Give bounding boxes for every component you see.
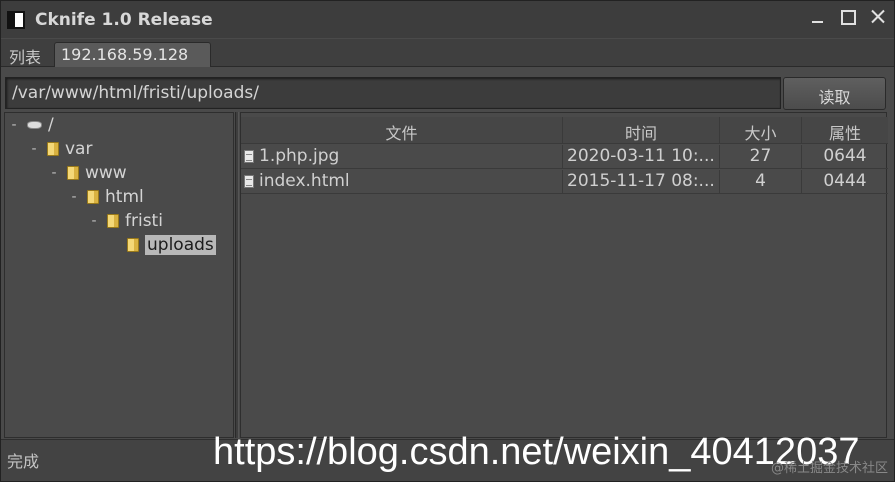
table-row[interactable]: index.html 2015-11-17 08:... 4 0444 (241, 170, 888, 194)
watermark-url: https://blog.csdn.net/weixin_40412037 (213, 431, 860, 473)
collapse-toggle[interactable]: - (47, 165, 61, 181)
window-title: Cknife 1.0 Release (35, 9, 213, 30)
collapse-toggle[interactable]: - (67, 189, 81, 205)
column-header-size[interactable]: 大小 (720, 117, 802, 144)
cell-name: 1.php.jpg (241, 145, 563, 169)
table-header: 文件 时间 大小 属性 (241, 117, 888, 144)
maximize-icon[interactable] (840, 9, 856, 25)
title-bar: Cknife 1.0 Release (1, 1, 894, 38)
folder-icon (87, 190, 99, 204)
table-row[interactable]: 1.php.jpg 2020-03-11 10:... 27 0644 (241, 145, 888, 169)
tree-node-var[interactable]: - var (27, 138, 92, 160)
status-text: 完成 (7, 452, 40, 471)
cell-attr: 0444 (802, 170, 888, 194)
folder-icon (127, 238, 139, 252)
cell-size: 4 (720, 170, 802, 194)
tree-node-label: var (65, 139, 93, 159)
tree-node-label: / (48, 115, 54, 135)
tree-node-label: fristi (125, 211, 163, 231)
column-header-attr[interactable]: 属性 (802, 117, 888, 144)
tree-node-html[interactable]: - html (67, 186, 144, 208)
folder-icon (47, 142, 59, 156)
tree-node-www[interactable]: - www (47, 162, 127, 184)
minimize-icon[interactable] (810, 9, 826, 25)
collapse-toggle[interactable]: - (87, 213, 101, 229)
file-table: 文件 时间 大小 属性 1.php.jpg 2020-03-11 10:... … (240, 112, 888, 438)
file-icon (244, 175, 254, 188)
column-header-name[interactable]: 文件 (241, 117, 563, 144)
column-header-time[interactable]: 时间 (563, 117, 720, 144)
window-controls (810, 9, 886, 25)
tree-node-label: www (85, 163, 127, 183)
cell-time: 2015-11-17 08:... (563, 170, 720, 194)
collapse-toggle[interactable]: - (7, 117, 21, 133)
cell-time: 2020-03-11 10:... (563, 145, 720, 169)
folder-icon (67, 166, 79, 180)
app-window: Cknife 1.0 Release 列表 192.168.59.128 /va… (0, 0, 895, 482)
tab-bar: 列表 192.168.59.128 (1, 39, 894, 67)
directory-tree: - / - var - www - html - fristi uploads (4, 112, 234, 438)
tree-node-fristi[interactable]: - fristi (87, 210, 163, 232)
cell-size: 27 (720, 145, 802, 169)
cell-attr: 0644 (802, 145, 888, 169)
file-icon (244, 150, 254, 163)
cell-name: index.html (241, 170, 563, 194)
read-button[interactable]: 读取 (783, 77, 886, 110)
collapse-toggle[interactable]: - (27, 141, 41, 157)
folder-icon (107, 214, 119, 228)
tab-list[interactable]: 列表 (3, 42, 47, 67)
file-name: index.html (259, 171, 350, 191)
path-input[interactable]: /var/www/html/fristi/uploads/ (5, 77, 781, 109)
tree-node-uploads[interactable]: uploads (107, 234, 216, 256)
tree-node-root[interactable]: - / (7, 114, 54, 136)
tree-node-label: uploads (145, 235, 216, 255)
tree-node-label: html (105, 187, 144, 207)
tab-host[interactable]: 192.168.59.128 (54, 42, 211, 67)
app-icon (7, 10, 25, 29)
panel-splitter[interactable] (235, 112, 239, 438)
close-icon[interactable] (870, 9, 886, 25)
watermark-small: @稀土掘金技术社区 (770, 461, 888, 476)
drive-icon (27, 121, 42, 129)
file-name: 1.php.jpg (259, 146, 340, 166)
